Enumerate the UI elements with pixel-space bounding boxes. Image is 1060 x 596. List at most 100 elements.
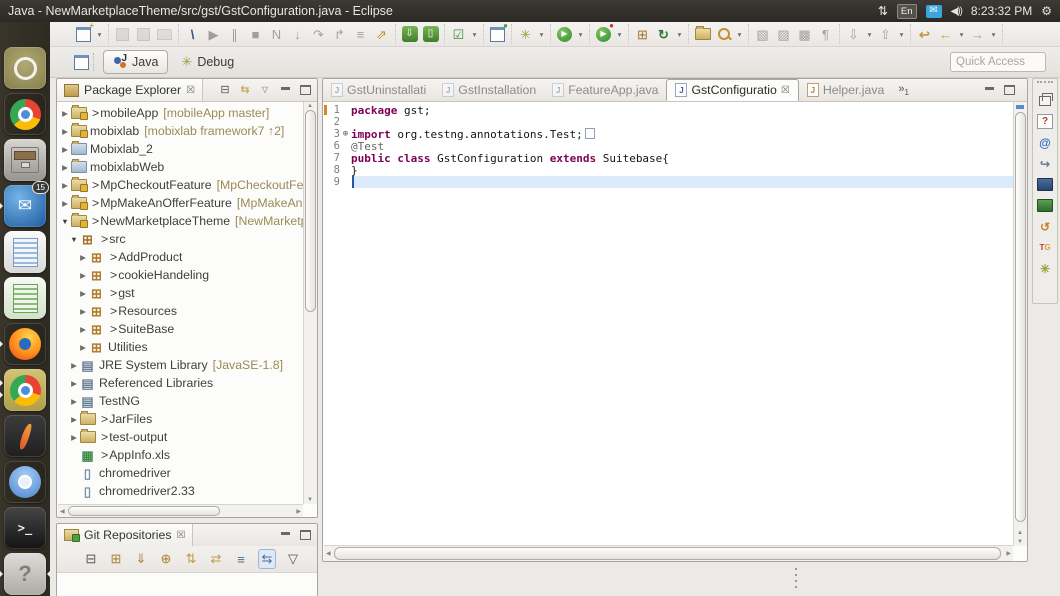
step-return-button[interactable]: ↱ — [330, 24, 349, 44]
history-button[interactable]: ↺ — [1035, 216, 1055, 237]
last-edit-location-button[interactable]: ↩ — [915, 24, 934, 44]
new-java-package-button[interactable]: ⊞ — [633, 24, 652, 44]
open-resource-button[interactable] — [693, 24, 712, 44]
tree-item-mobixlab[interactable]: ▶mobixlab[mobixlab framework7 ↑2] — [60, 122, 303, 140]
step-over-button[interactable]: ↷ — [309, 24, 328, 44]
search-dropdown[interactable]: ▾ — [735, 30, 744, 39]
volume-icon[interactable]: ◀)) — [951, 6, 962, 17]
open-perspective-button[interactable] — [74, 55, 89, 69]
add-repository-icon[interactable]: ⊞ — [108, 550, 124, 568]
testng-button[interactable]: TG — [1035, 237, 1055, 258]
suspend-button[interactable]: ∥ — [225, 24, 244, 44]
minimize-icon[interactable] — [279, 83, 291, 97]
android-avd-manager-button[interactable]: ▯ — [421, 24, 440, 44]
code-line-7[interactable]: 7public class GstConfiguration extends S… — [324, 152, 1013, 164]
terminal[interactable]: >_ — [4, 507, 46, 549]
search-button[interactable] — [714, 24, 733, 44]
back-dropdown[interactable]: ▾ — [957, 30, 966, 39]
new-wizard-dropdown[interactable]: ▾ — [95, 30, 104, 39]
tree-item-mobileapp[interactable]: ▶>mobileApp[mobileApp master] — [60, 104, 303, 122]
view-menu-icon[interactable]: ▽ — [285, 550, 301, 568]
updown-arrows-icon[interactable]: ⇅ — [878, 4, 888, 18]
previous-annotation-dropdown[interactable]: ▾ — [897, 30, 906, 39]
previous-annotation-button[interactable]: ⇧ — [876, 24, 895, 44]
file-manager[interactable] — [4, 139, 46, 181]
code-line-2[interactable]: 2 — [324, 116, 1013, 128]
refresh-gradle-button[interactable]: ↻ — [654, 24, 673, 44]
step-into-button[interactable]: ↓ — [288, 24, 307, 44]
git-repositories-tab[interactable]: Git Repositories ☒ — [57, 524, 193, 546]
tab-overflow-chevron[interactable]: »1 — [898, 83, 909, 97]
tree-item-mpcheckoutfeature[interactable]: ▶>MpCheckoutFeature[MpCheckoutFeat — [60, 176, 303, 194]
resume-button[interactable]: ▶ — [204, 24, 223, 44]
code-editor[interactable]: 1package gst;23⊕import org.testng.annota… — [324, 102, 1013, 546]
save-button[interactable] — [113, 24, 132, 44]
scrollbar-thumb[interactable] — [334, 547, 1001, 560]
chrome[interactable] — [4, 93, 46, 135]
close-icon[interactable]: ☒ — [186, 85, 195, 96]
debug-dropdown[interactable]: ▾ — [537, 30, 546, 39]
display-button[interactable] — [1035, 195, 1055, 216]
tree-item-appinfo-xls[interactable]: ▦>AppInfo.xls — [69, 446, 303, 464]
libreoffice-calc[interactable] — [4, 277, 46, 319]
tree-horizontal-scrollbar[interactable]: ◀ ▶ — [58, 504, 303, 517]
editor-tab-gstuninstallati[interactable]: JGstUninstallati — [323, 79, 434, 101]
tree-item-resources[interactable]: ▶⊞>Resources — [78, 302, 303, 320]
clock[interactable]: 8:23:32 PM — [971, 4, 1032, 18]
tree-item-test-output[interactable]: ▶>test-output — [69, 428, 303, 446]
editor-vertical-scrollbar[interactable]: ▲ ▼ — [1013, 102, 1027, 546]
minimize-icon[interactable] — [279, 528, 291, 542]
code-line-1[interactable]: 1package gst; — [324, 104, 1013, 116]
tree-item-jarfiles[interactable]: ▶>JarFiles — [69, 410, 303, 428]
thunderbird[interactable]: ✉15 — [4, 185, 46, 227]
collapse-all-icon[interactable]: ⊟ — [83, 550, 99, 568]
tree-item-suitebase[interactable]: ▶⊞>SuiteBase — [78, 320, 303, 338]
expander-icon[interactable]: ▶ — [78, 343, 88, 352]
expander-icon[interactable]: ▼ — [69, 235, 79, 244]
refresh-gradle-dropdown[interactable]: ▾ — [675, 30, 684, 39]
expander-icon[interactable]: ▶ — [60, 109, 70, 118]
code-line-6[interactable]: 6@Test — [324, 140, 1013, 152]
hierarchy-toggle-icon[interactable]: ≡ — [233, 550, 249, 568]
tree-item-utilities[interactable]: ▶⊞Utilities — [78, 338, 303, 356]
editor-tab-gstinstallation[interactable]: JGstInstallation — [434, 79, 544, 101]
show-whitespace-button[interactable]: ▩ — [795, 24, 814, 44]
use-step-filters-button[interactable]: ≡ — [351, 24, 370, 44]
restore-views-button[interactable] — [1035, 90, 1055, 111]
keyboard-indicator[interactable]: En — [897, 4, 917, 19]
libreoffice-writer[interactable] — [4, 231, 46, 273]
link-with-editor-icon[interactable]: ⇆ — [239, 83, 251, 97]
tree-item-addproduct[interactable]: ▶⊞>AddProduct — [78, 248, 303, 266]
tree-item-chromedriver[interactable]: ▯chromedriver — [69, 464, 303, 482]
forward-dropdown[interactable]: ▾ — [989, 30, 998, 39]
tree-item-gst[interactable]: ▶⊞>gst — [78, 284, 303, 302]
show-paragraphs-button[interactable]: ¶ — [816, 24, 835, 44]
expander-icon[interactable]: ▶ — [78, 271, 88, 280]
expander-icon[interactable]: ▶ — [78, 307, 88, 316]
javadoc-button[interactable]: @ — [1035, 132, 1055, 153]
chrome-secondary[interactable] — [4, 369, 46, 411]
next-annotation-dropdown[interactable]: ▾ — [865, 30, 874, 39]
tree-item-newmarketplacetheme[interactable]: ▼>NewMarketplaceTheme[NewMarketpl. — [60, 212, 303, 230]
new-testng-test-button[interactable]: ☑ — [449, 24, 468, 44]
scrollbar-thumb[interactable] — [305, 110, 316, 312]
pull-refresh-icon[interactable]: ⇄ — [208, 550, 224, 568]
expander-icon[interactable]: ▶ — [69, 433, 79, 442]
tree-item-mpmakeanofferfeature[interactable]: ▶>MpMakeAnOfferFeature[MpMakeAnO — [60, 194, 303, 212]
forward-button[interactable]: → — [968, 24, 987, 44]
debug-button[interactable]: ✳ — [516, 24, 535, 44]
apache[interactable] — [4, 415, 46, 457]
perspective-debug-button[interactable]: ✳ Debug — [172, 51, 243, 73]
tree-item-src[interactable]: ▼⊞>src — [69, 230, 303, 248]
quick-access-input[interactable] — [950, 52, 1046, 72]
status-bar-sash[interactable] — [795, 568, 797, 592]
tree-vertical-scrollbar[interactable]: ▲ ▼ — [303, 102, 317, 504]
problems-button[interactable]: ? — [1035, 111, 1055, 132]
android-sdk-manager-button[interactable]: ⇩ — [400, 24, 419, 44]
scrollbar-thumb[interactable] — [68, 506, 220, 516]
editor-horizontal-scrollbar[interactable]: ◀ ▶ — [324, 545, 1013, 561]
expander-icon[interactable]: ▶ — [60, 181, 70, 190]
expander-icon[interactable]: ▶ — [60, 163, 70, 172]
new-testng-test-dropdown[interactable]: ▾ — [470, 30, 479, 39]
create-repository-icon[interactable]: ⊕ — [158, 550, 174, 568]
